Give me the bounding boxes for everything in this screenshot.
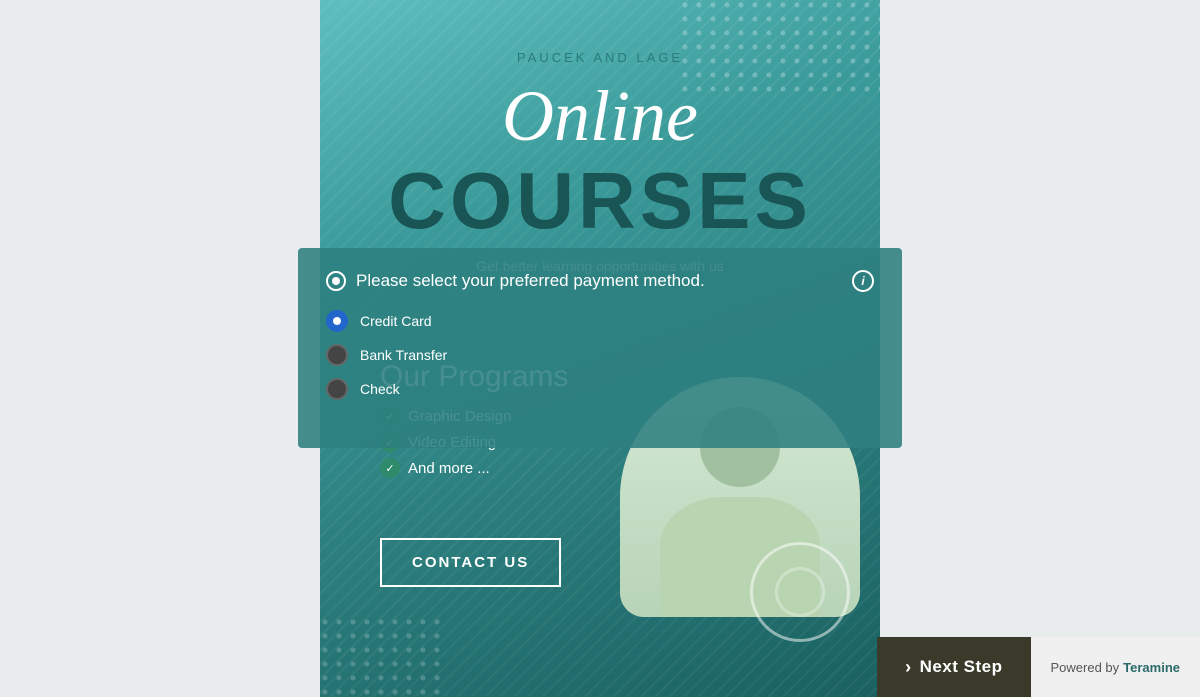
next-step-label: Next Step [920,657,1003,677]
right-background [880,0,1200,697]
contact-button[interactable]: CONTACT US [380,538,561,587]
info-icon[interactable]: i [852,270,874,292]
next-step-button[interactable]: › Next Step [877,637,1030,697]
courses-heading: COURSES [388,155,812,247]
powered-by-section: Powered by Teramine [1031,637,1200,697]
radio-bank-transfer[interactable] [326,344,348,366]
modal-title: Please select your preferred payment met… [356,271,842,291]
program-label: And more ... [408,460,490,477]
radio-credit-card[interactable] [326,310,348,332]
modal-radio-icon [326,271,346,291]
teramine-brand-label: Teramine [1123,660,1180,675]
modal-header: Please select your preferred payment met… [326,270,874,292]
payment-option-check[interactable]: Check [326,378,874,400]
powered-by-label: Powered by [1051,660,1120,675]
online-heading: Online [502,75,698,158]
payment-option-credit-card[interactable]: Credit Card [326,310,874,332]
bottom-bar: › Next Step Powered by Teramine [0,637,1200,697]
left-background [0,0,320,697]
credit-card-label: Credit Card [360,313,432,329]
circle-decoration-2 [775,567,825,617]
dot-pattern-top-right [680,0,880,100]
check-icon: ✓ [380,458,400,478]
payment-option-bank-transfer[interactable]: Bank Transfer [326,344,874,366]
list-item: ✓ And more ... [380,458,568,478]
bank-transfer-label: Bank Transfer [360,347,447,363]
payment-modal: Please select your preferred payment met… [298,248,902,448]
check-label: Check [360,381,400,397]
arrow-icon: › [905,657,912,678]
payment-options: Credit Card Bank Transfer Check [326,310,874,400]
company-name: PAUCEK AND LAGE [517,50,683,65]
radio-check[interactable] [326,378,348,400]
